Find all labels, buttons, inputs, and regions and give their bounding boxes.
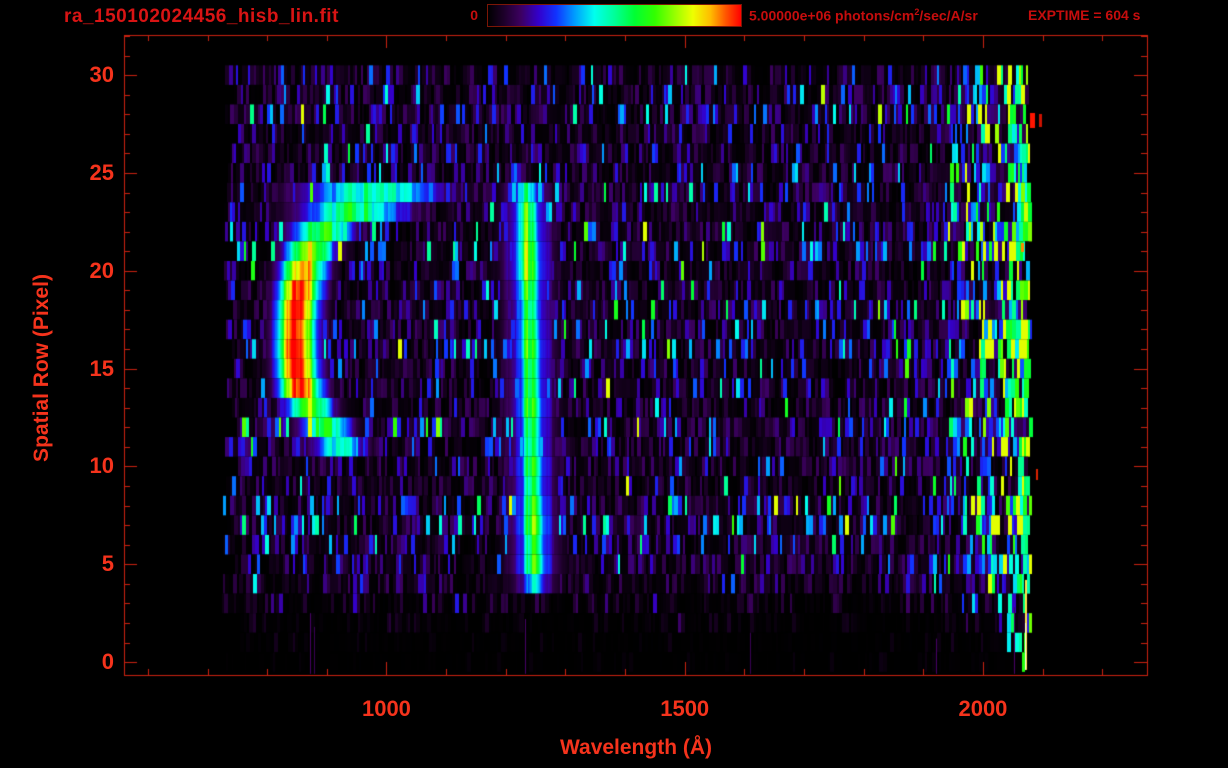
colorbar-max-label: 5.00000e+06 photons/cm2/sec/A/sr [749, 7, 978, 24]
y-tick-label: 20 [89, 257, 114, 283]
x-axis-title: Wavelength (Å) [559, 736, 713, 759]
y-tick-label: 30 [89, 62, 114, 88]
y-tick-label: 10 [89, 453, 114, 479]
y-tick-label: 15 [89, 355, 114, 381]
colorbar-units-suffix: /sec/A/sr [919, 7, 978, 24]
colorbar-max-value: 5.00000e+06 [749, 7, 832, 24]
colorbar-units-prefix: photons/cm [831, 7, 915, 24]
filename-title: ra_150102024456_hisb_lin.fit [64, 6, 339, 27]
x-tick-label: 1500 [660, 696, 710, 721]
x-tick-label: 1000 [361, 696, 411, 721]
spectral-heatmap-canvas [0, 0, 1228, 768]
colorbar-min-label: 0 [470, 7, 478, 23]
exptime-label: EXPTIME = 604 s [1028, 7, 1141, 23]
y-tick-label: 25 [89, 159, 114, 185]
x-tick-label: 2000 [958, 696, 1008, 721]
y-tick-label: 5 [101, 551, 114, 577]
colorbar-gradient [487, 4, 742, 27]
y-tick-label: 0 [101, 649, 114, 675]
